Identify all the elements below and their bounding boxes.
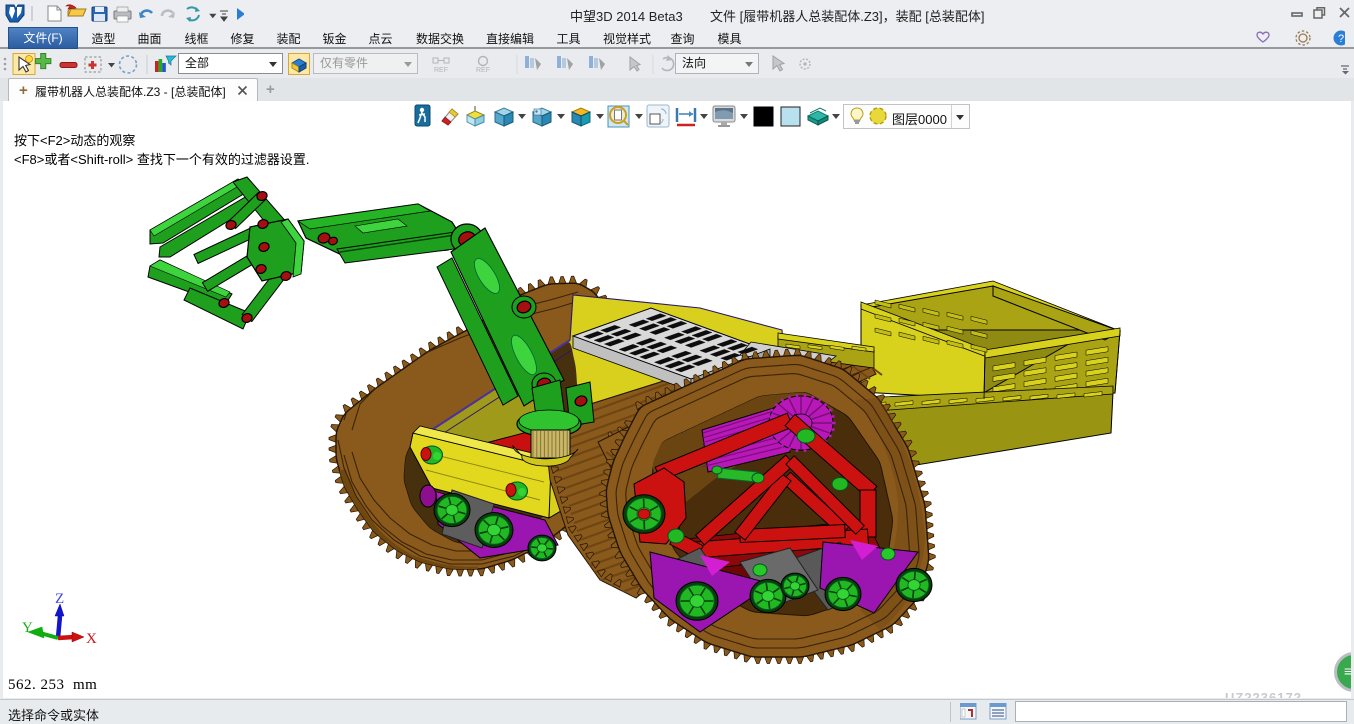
svg-text:REF: REF (476, 67, 490, 74)
svg-text:?: ? (1338, 33, 1344, 45)
svg-text:X: X (86, 631, 97, 647)
svg-text:Z: Z (55, 591, 64, 607)
svg-text:REF: REF (434, 67, 448, 74)
svg-text:Y: Y (22, 620, 33, 636)
